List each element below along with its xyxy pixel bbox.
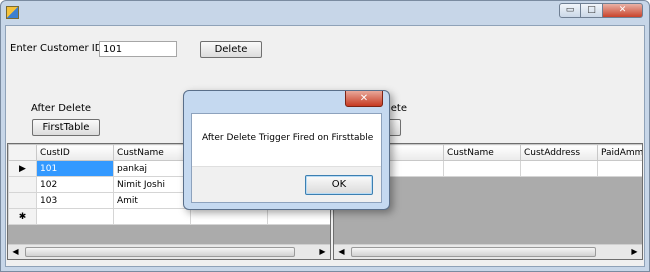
cell-custid[interactable]: 101 [36,160,114,177]
cell-custid[interactable]: 103 [36,192,114,209]
scroll-left-icon[interactable]: ◀ [334,245,349,259]
title-bar[interactable]: ▭ □ ✕ [1,1,649,25]
column-header-custaddress[interactable]: CustAddress [520,144,598,161]
first-table-button[interactable]: FirstTable [32,119,100,136]
delete-button[interactable]: Delete [200,41,262,58]
right-label-fragment: lete [388,103,408,114]
horizontal-scrollbar[interactable]: ◀ ▶ [334,244,642,259]
column-header-custname[interactable]: CustName [443,144,521,161]
cell-blank[interactable] [443,160,521,177]
minimize-button[interactable]: ▭ [559,3,581,18]
cell-custname[interactable]: pankaj [113,160,191,177]
close-window-button[interactable]: ✕ [603,3,643,18]
caption-buttons: ▭ □ ✕ [559,3,643,18]
app-icon [6,6,19,19]
row-indicator[interactable] [8,176,37,193]
cell-blank[interactable] [597,160,642,177]
customer-id-input[interactable]: 101 [99,41,177,57]
row-indicator[interactable]: ▶ [8,160,37,177]
horizontal-scrollbar[interactable]: ◀ ▶ [8,244,330,259]
dialog-close-button[interactable]: ✕ [345,91,383,107]
scroll-thumb[interactable] [25,247,295,257]
cell-blank[interactable] [190,208,268,225]
message-dialog: ✕ After Delete Trigger Fired on Firsttab… [183,90,390,210]
scroll-left-icon[interactable]: ◀ [8,245,23,259]
cell-custid[interactable]: 102 [36,176,114,193]
new-row[interactable]: ✱ [8,208,330,225]
customer-id-label: Enter Customer ID: [10,43,106,54]
row-indicator[interactable] [8,192,37,209]
maximize-button[interactable]: □ [581,3,603,18]
after-delete-label: After Delete [31,103,92,114]
dialog-message: After Delete Trigger Fired on Firsttable [202,133,374,143]
cell-custid[interactable] [36,208,114,225]
dialog-footer: OK [192,166,381,202]
cell-blank[interactable] [520,160,598,177]
cell-custname[interactable]: Nimit Joshi [113,176,191,193]
scroll-thumb[interactable] [351,247,596,257]
cell-blank[interactable] [267,208,330,225]
scroll-right-icon[interactable]: ▶ [627,245,642,259]
main-window: ▭ □ ✕ Enter Customer ID: 101 Delete Afte… [0,0,650,272]
dialog-body: After Delete Trigger Fired on Firsttable… [191,113,382,203]
column-header-paidammount[interactable]: PaidAmmou [597,144,642,161]
column-header-custid[interactable]: CustID [36,144,114,161]
column-header-custname[interactable]: CustName [113,144,191,161]
new-row-indicator[interactable]: ✱ [8,208,37,225]
ok-button[interactable]: OK [305,175,373,195]
scroll-right-icon[interactable]: ▶ [315,245,330,259]
row-header-corner [8,144,37,161]
cell-custname[interactable]: Amit [113,192,191,209]
cell-custname[interactable] [113,208,191,225]
